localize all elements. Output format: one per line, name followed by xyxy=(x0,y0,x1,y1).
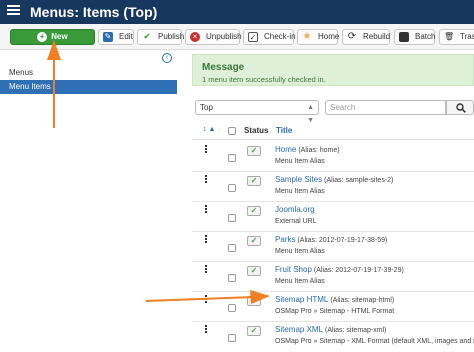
arrow-up-annotation xyxy=(47,40,61,128)
arrow-right-annotation xyxy=(145,290,270,304)
annotation-arrows xyxy=(47,40,270,304)
